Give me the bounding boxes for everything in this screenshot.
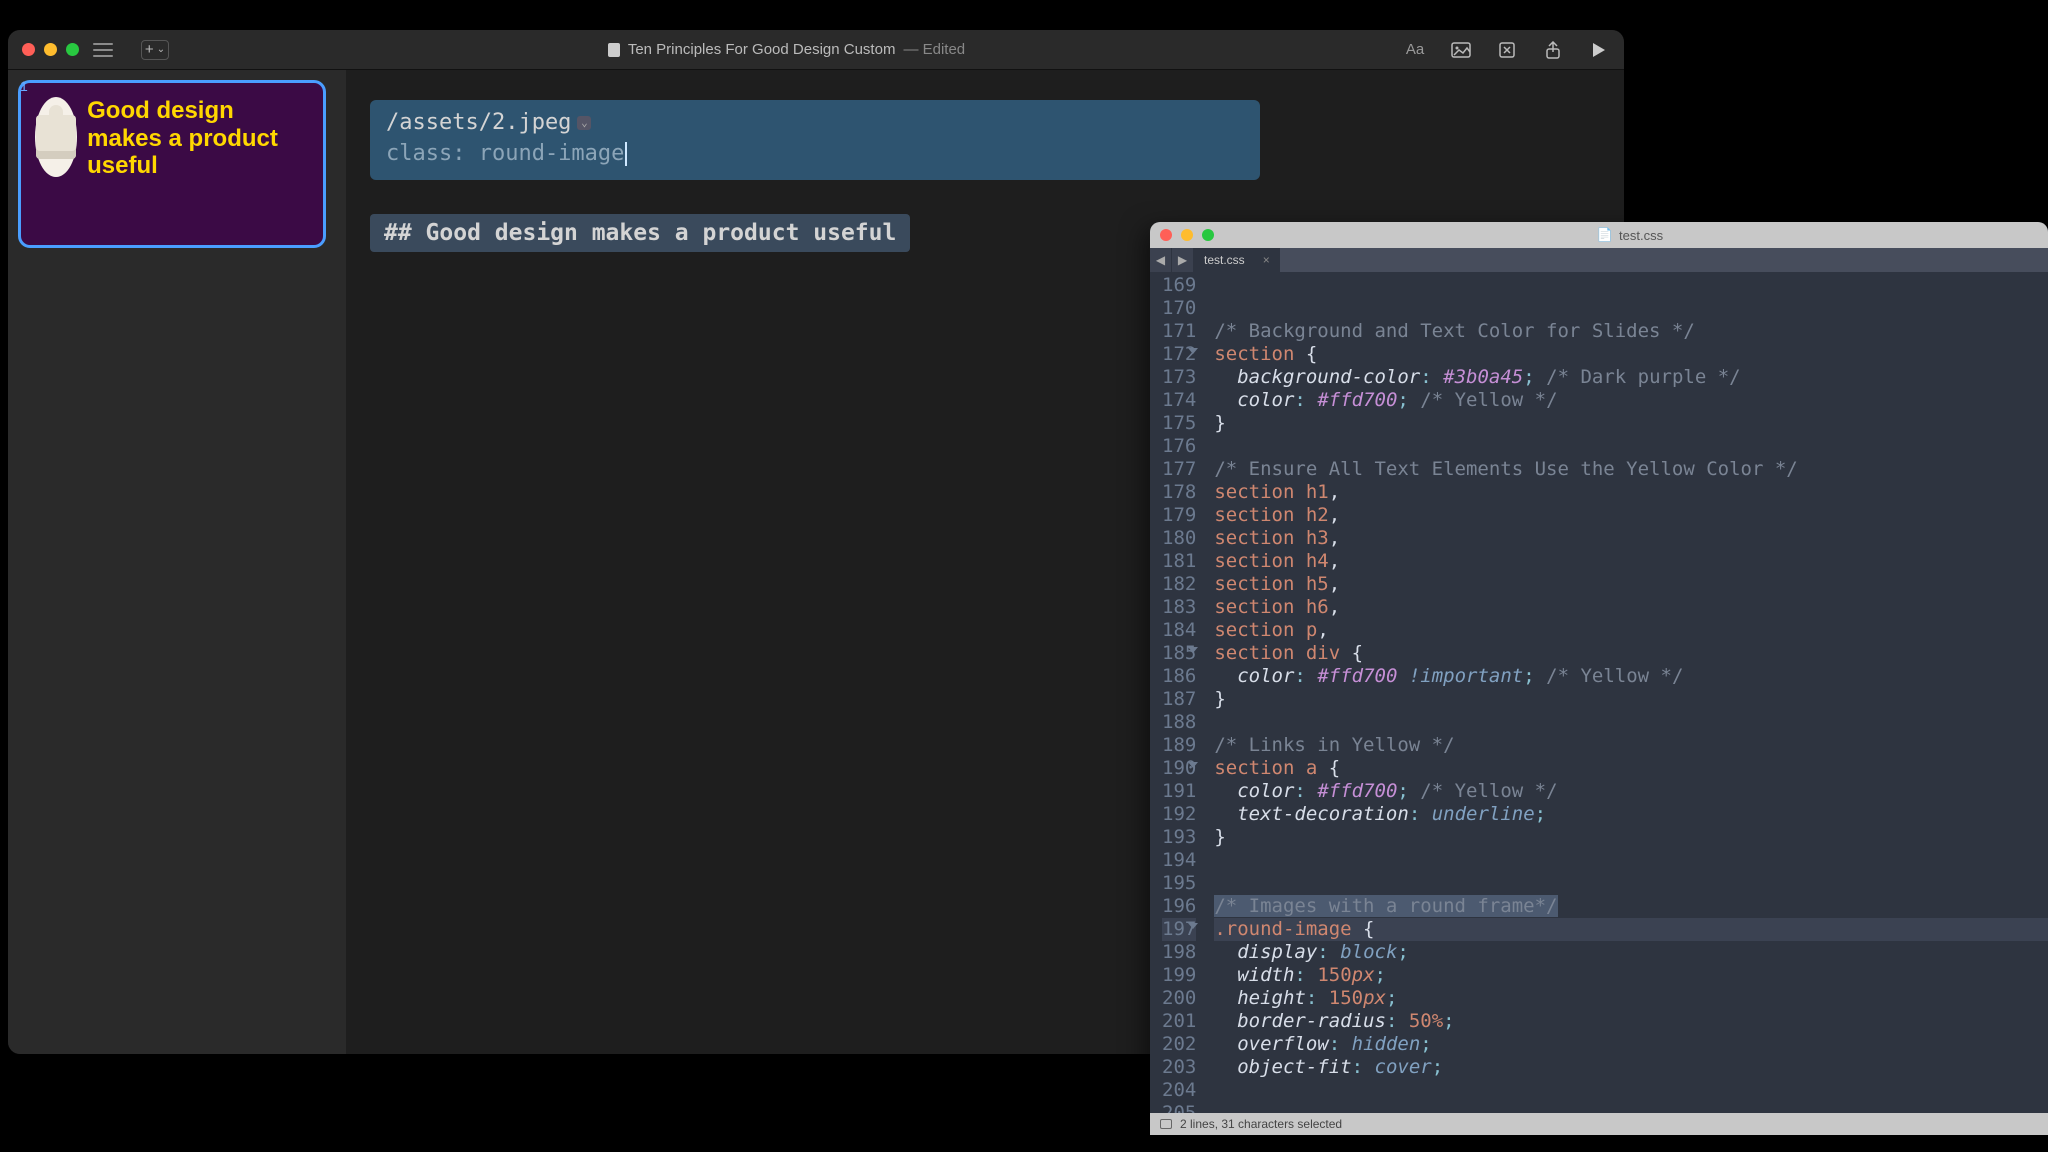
status-icon: [1160, 1119, 1172, 1129]
asset-class-row[interactable]: class: round-image: [386, 141, 1244, 166]
document-title-area[interactable]: Ten Principles For Good Design Custom — …: [181, 41, 1392, 58]
status-text: 2 lines, 31 characters selected: [1180, 1117, 1342, 1131]
window-title: 📄 test.css: [1222, 227, 2038, 243]
status-bar: 2 lines, 31 characters selected: [1150, 1113, 2048, 1135]
minimize-window-button[interactable]: [1181, 229, 1193, 241]
tab-testcss[interactable]: test.css ×: [1194, 248, 1281, 272]
slide-thumbnail[interactable]: Good design makes a product useful: [18, 80, 326, 248]
document-title: Ten Principles For Good Design Custom: [628, 41, 896, 58]
edited-indicator: — Edited: [903, 41, 965, 58]
theme-icon[interactable]: [1496, 41, 1518, 59]
play-icon: [1593, 43, 1605, 57]
text-cursor: [625, 142, 627, 166]
product-illustration: [36, 115, 76, 159]
close-window-button[interactable]: [22, 43, 35, 56]
minimize-window-button[interactable]: [44, 43, 57, 56]
titlebar-left: [22, 43, 113, 57]
toolbar-right: Aa: [1404, 41, 1610, 59]
code-area[interactable]: /* Background and Text Color for Slides …: [1204, 272, 2048, 1113]
heading-block[interactable]: ## Good design makes a product useful: [370, 214, 910, 252]
line-gutter: 1691701711721731741751761771781791801811…: [1150, 272, 1204, 1113]
nav-arrows: ◀ ▶: [1150, 248, 1194, 272]
play-button[interactable]: [1588, 41, 1610, 59]
share-icon[interactable]: [1542, 41, 1564, 59]
nav-back-button[interactable]: ◀: [1150, 248, 1172, 272]
tab-label: test.css: [1204, 253, 1245, 267]
slide-number: 1: [20, 78, 28, 94]
file-icon: 📄: [1597, 227, 1613, 243]
font-button[interactable]: Aa: [1404, 41, 1426, 59]
plus-icon: +: [145, 41, 154, 58]
asset-block[interactable]: /assets/2.jpeg ⌄ class: round-image: [370, 100, 1260, 180]
chevron-down-icon: ⌄: [157, 44, 165, 55]
sidebar-toggle-icon[interactable]: [93, 43, 113, 57]
fullscreen-window-button[interactable]: [1202, 229, 1214, 241]
code-editor-window: 📄 test.css ◀ ▶ test.css × 16917017117217…: [1150, 222, 2048, 1135]
fullscreen-window-button[interactable]: [66, 43, 79, 56]
code-body: 1691701711721731741751761771781791801811…: [1150, 272, 2048, 1113]
thumb-title: Good design makes a product useful: [87, 97, 309, 231]
chevron-down-icon[interactable]: ⌄: [577, 116, 591, 130]
thumb-image: [35, 97, 77, 177]
slide-panel: 1 Good design makes a product useful: [8, 70, 346, 1054]
code-titlebar: 📄 test.css: [1150, 222, 2048, 248]
image-icon[interactable]: [1450, 41, 1472, 59]
presenter-titlebar: + ⌄ Ten Principles For Good Design Custo…: [8, 30, 1624, 70]
file-title: test.css: [1619, 228, 1663, 243]
asset-path-row: /assets/2.jpeg ⌄: [386, 110, 1244, 135]
close-icon[interactable]: ×: [1263, 253, 1270, 267]
document-icon: [608, 43, 620, 57]
add-slide-button[interactable]: + ⌄: [141, 40, 169, 60]
tab-bar: ◀ ▶ test.css ×: [1150, 248, 2048, 272]
asset-class-text: class: round-image: [386, 141, 624, 166]
close-window-button[interactable]: [1160, 229, 1172, 241]
traffic-lights: [22, 43, 79, 56]
asset-path: /assets/2.jpeg: [386, 110, 571, 135]
nav-forward-button[interactable]: ▶: [1172, 248, 1194, 272]
traffic-lights: [1160, 229, 1214, 241]
